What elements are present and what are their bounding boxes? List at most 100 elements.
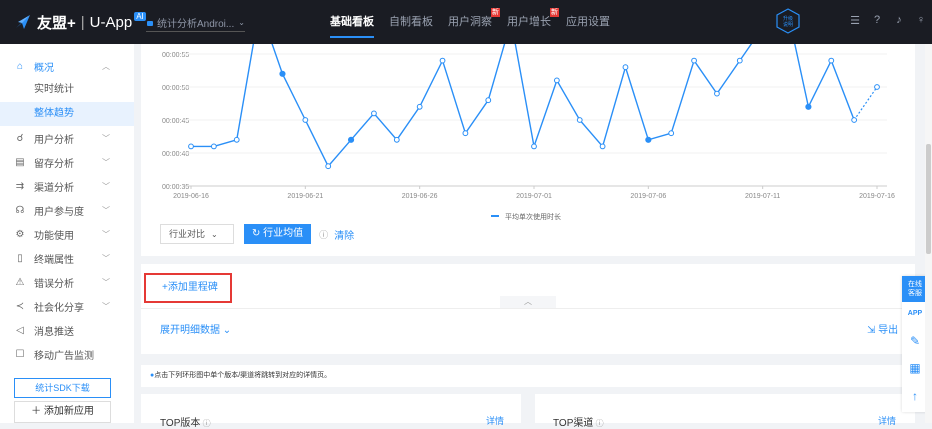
sidebar-item-ad[interactable]: ☐ 移动广告监测 <box>0 342 134 366</box>
legend-label: 平均单次使用时长 <box>505 212 561 221</box>
help-icon[interactable]: ⓘ <box>593 419 604 428</box>
x-tick-label: 2019-07-16 <box>859 193 895 200</box>
brand-separator: | <box>80 13 85 31</box>
data-point[interactable] <box>302 117 309 123</box>
product-name: U-App <box>89 13 133 31</box>
user-icon[interactable]: ♀ <box>910 14 932 30</box>
data-point[interactable] <box>485 97 492 104</box>
app-selector[interactable]: 统计分析Androi... ⌄ <box>146 15 245 32</box>
data-point[interactable] <box>645 136 652 143</box>
x-tick-label: 2019-07-01 <box>516 193 552 200</box>
data-point[interactable] <box>393 136 400 143</box>
data-point[interactable] <box>279 70 286 77</box>
back-to-top-icon[interactable]: ↑ <box>906 387 924 405</box>
industry-compare-select[interactable]: 行业对比 ⌄ <box>160 224 234 244</box>
add-milestone-button[interactable]: +添加里程碑 <box>144 273 232 303</box>
qrcode-icon[interactable]: ▦ <box>906 359 924 377</box>
channel-icon: ⇉ <box>15 180 25 192</box>
nav-tab-user-growth[interactable]: 用户增长新 <box>507 0 559 44</box>
info-icon[interactable]: ⓘ <box>319 228 328 241</box>
chevron-down-icon: ﹀ <box>102 181 110 191</box>
brand-name: 友盟+ <box>37 14 76 32</box>
sidebar-item-overview[interactable]: ⌂ 概况 ︿ <box>0 54 134 78</box>
x-tick-label: 2019-07-11 <box>745 193 780 200</box>
top-version-detail-link[interactable]: 详情 <box>486 414 504 427</box>
data-point[interactable] <box>828 57 835 64</box>
help-icon[interactable]: ? <box>866 14 888 30</box>
help-icon[interactable]: ⓘ <box>200 419 211 428</box>
chevron-down-icon: ⌄ <box>211 230 218 239</box>
svg-text:升级: 升级 <box>783 15 793 22</box>
main-nav: 基础看板 自制看板 用户洞察新 用户增长新 应用设置 <box>330 0 625 44</box>
data-point[interactable] <box>347 136 355 143</box>
data-point[interactable] <box>874 84 880 90</box>
sidebar-item-device[interactable]: ▯ 终端属性 ﹀ <box>0 246 134 270</box>
data-point[interactable] <box>439 57 446 64</box>
app-selector-label: 统计分析Androi... <box>157 19 235 30</box>
chevron-down-icon: ﹀ <box>102 157 110 167</box>
sidebar-item-engagement[interactable]: ☊ 用户参与度 ﹀ <box>0 198 134 222</box>
sidebar-item-share[interactable]: ≺ 社会化分享 ﹀ <box>0 294 134 318</box>
nav-tab-user-insight[interactable]: 用户洞察新 <box>448 0 500 44</box>
device-icon: ▯ <box>17 252 23 264</box>
collapse-toggle[interactable]: ︿ <box>500 296 556 308</box>
svg-text:说明: 说明 <box>783 21 793 28</box>
sidebar-item-retention[interactable]: ▤ 留存分析 ﹀ <box>0 150 134 174</box>
home-icon: ⌂ <box>16 60 24 72</box>
data-point[interactable] <box>691 57 697 64</box>
upgrade-hex-icon[interactable]: 升级 说明 <box>775 8 801 34</box>
data-point[interactable] <box>531 143 537 150</box>
sdk-download-button[interactable]: 统计SDK下载 <box>14 378 111 398</box>
expand-detail-link[interactable]: 展开明细数据 ⌄ <box>160 321 231 336</box>
add-app-button[interactable]: ＋ 添加新应用 <box>14 401 111 423</box>
data-point[interactable] <box>325 163 332 170</box>
brand-logo[interactable]: 友盟+ | U-App AI <box>14 10 146 34</box>
feature-icon: ⚙ <box>15 228 25 240</box>
top-channel-detail-link[interactable]: 详情 <box>878 414 896 427</box>
data-point[interactable] <box>462 130 469 137</box>
data-point[interactable] <box>553 77 560 84</box>
nav-tab-basic-board[interactable]: 基础看板 <box>330 0 374 44</box>
data-point[interactable] <box>416 103 423 110</box>
scrollbar-thumb[interactable] <box>926 144 931 254</box>
sidebar-item-push[interactable]: ◁ 消息推送 <box>0 318 134 342</box>
detail-card <box>141 308 915 354</box>
data-point[interactable] <box>736 57 743 64</box>
data-point[interactable] <box>851 117 858 123</box>
bell-icon[interactable]: ♪ <box>888 14 910 30</box>
sidebar-item-channel[interactable]: ⇉ 渠道分析 ﹀ <box>0 174 134 198</box>
umeng-bird-icon <box>16 15 30 29</box>
tip-text: 点击下列环形图中单个版本/渠道将跳转到对应的详情页。 <box>154 372 332 379</box>
clear-link[interactable]: 清除 <box>334 227 354 242</box>
chevron-down-icon: ﹀ <box>102 229 110 239</box>
new-badge: 新 <box>550 8 559 17</box>
data-point[interactable] <box>233 136 240 143</box>
data-point[interactable] <box>668 130 675 137</box>
chevron-up-icon: ︿ <box>102 61 110 71</box>
chevron-down-icon: ﹀ <box>102 205 110 215</box>
engagement-icon: ☊ <box>15 204 25 216</box>
y-tick-label: 00:00:35 <box>162 184 189 191</box>
sidebar-sub-overall-trend[interactable]: 整体趋势 <box>0 102 134 126</box>
nav-tab-custom-board[interactable]: 自制看板 <box>389 0 433 44</box>
data-point[interactable] <box>576 117 583 123</box>
list-icon[interactable]: ☰ <box>844 14 866 30</box>
x-tick-label: 2019-06-16 <box>173 193 209 200</box>
feedback-icon[interactable]: ✎ <box>906 332 924 350</box>
export-link[interactable]: ⇲ 导出 <box>867 321 898 336</box>
nav-tab-app-settings[interactable]: 应用设置 <box>566 0 610 44</box>
sidebar-item-error[interactable]: ⚠ 错误分析 ﹀ <box>0 270 134 294</box>
data-point[interactable] <box>210 143 217 150</box>
data-point[interactable] <box>188 143 194 150</box>
sidebar-item-user-analysis[interactable]: ☌ 用户分析 ﹀ <box>0 126 134 150</box>
sidebar-sub-realtime[interactable]: 实时统计 <box>0 78 134 102</box>
chevron-down-icon: ﹀ <box>102 133 110 143</box>
industry-average-button[interactable]: ↻ 行业均值 <box>244 224 312 244</box>
data-point[interactable] <box>371 110 377 117</box>
data-point[interactable] <box>714 90 720 97</box>
sidebar-item-feature[interactable]: ⚙ 功能使用 ﹀ <box>0 222 134 246</box>
data-point[interactable] <box>805 103 812 110</box>
data-point[interactable] <box>622 64 629 71</box>
data-point[interactable] <box>599 143 606 150</box>
share-icon: ≺ <box>15 300 25 312</box>
